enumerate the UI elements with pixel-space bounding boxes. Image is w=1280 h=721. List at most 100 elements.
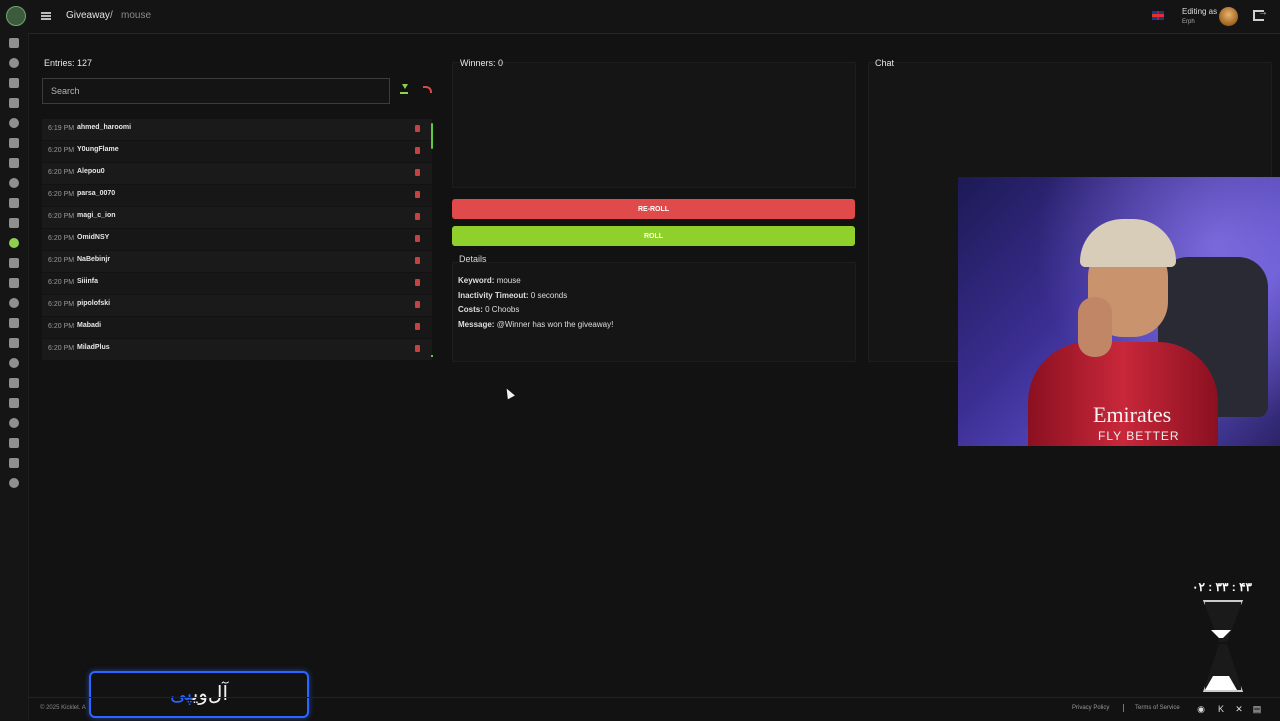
sidebar-clock-icon[interactable]: [9, 138, 19, 148]
trash-icon[interactable]: [415, 257, 420, 264]
breadcrumb-separator: /: [110, 10, 113, 21]
entry-name: Y0ungFlame: [77, 146, 119, 153]
sidebar-file-icon[interactable]: [9, 338, 19, 348]
entry-time: 6:20 PM: [48, 257, 75, 264]
breadcrumb-current: mouse: [121, 10, 152, 21]
table-row[interactable]: 6:20 PM pipolofski: [42, 295, 432, 316]
entry-name: MiladPlus: [77, 344, 110, 351]
trash-icon[interactable]: [415, 213, 420, 220]
app-logo[interactable]: [6, 6, 26, 26]
sidebar-chat-icon[interactable]: [9, 118, 19, 128]
trash-icon[interactable]: [415, 191, 420, 198]
entry-name: magi_c_ion: [77, 212, 116, 219]
privacy-link[interactable]: Privacy Policy: [1072, 705, 1109, 711]
entry-time: 6:20 PM: [48, 279, 75, 286]
footer-separator: [1123, 704, 1124, 712]
sidebar-link-icon[interactable]: [9, 278, 19, 288]
sidebar-chart-icon[interactable]: [9, 298, 19, 308]
sidebar-monitor-icon[interactable]: [9, 418, 19, 428]
sidebar: [0, 0, 29, 720]
search-input[interactable]: [42, 78, 390, 104]
message-value: @Winner has won the giveaway!: [496, 320, 614, 329]
sidebar-gift-icon[interactable]: [9, 238, 19, 248]
sidebar-video-icon[interactable]: [9, 318, 19, 328]
reroll-button[interactable]: RE-ROLL: [452, 199, 855, 219]
table-row[interactable]: 6:20 PM parsa_0070: [42, 185, 432, 206]
table-row[interactable]: 6:20 PM magi_c_ion: [42, 207, 432, 228]
sidebar-search-icon[interactable]: [9, 438, 19, 448]
sidebar-music-icon[interactable]: [9, 198, 19, 208]
trash-icon[interactable]: [415, 169, 420, 176]
trash-icon[interactable]: [415, 125, 420, 132]
entry-time: 6:20 PM: [48, 235, 75, 242]
entry-time: 6:20 PM: [48, 169, 75, 176]
sidebar-gamepad-icon[interactable]: [9, 458, 19, 468]
detail-message: Message: @Winner has won the giveaway!: [458, 320, 613, 329]
entry-name: Mabadi: [77, 322, 102, 329]
entries-scrollbar[interactable]: [431, 123, 433, 149]
undo-icon[interactable]: [423, 86, 432, 93]
footer: © 2025 Kicklet. A Privacy Policy Terms o…: [28, 697, 1280, 721]
sidebar-wrench-icon[interactable]: [9, 78, 19, 88]
language-flag-icon[interactable]: [1152, 11, 1164, 20]
breadcrumb-giveaway[interactable]: Giveaway: [66, 10, 110, 21]
sidebar-home-icon[interactable]: [9, 38, 19, 48]
menu-icon[interactable]: [41, 12, 51, 20]
sidebar-hammer-icon[interactable]: [9, 98, 19, 108]
trash-icon[interactable]: [415, 147, 420, 154]
entry-time: 6:20 PM: [48, 213, 75, 220]
download-icon[interactable]: [400, 84, 408, 94]
sidebar-clapper-icon[interactable]: [9, 378, 19, 388]
table-row[interactable]: 6:19 PM ahmed_haroomi: [42, 119, 432, 140]
detail-keyword: Keyword: mouse: [458, 276, 521, 285]
kick-icon[interactable]: K: [1216, 704, 1226, 714]
entry-time: 6:20 PM: [48, 301, 75, 308]
webcam-hand: [1078, 297, 1112, 357]
editing-as: Editing as Erph: [1182, 7, 1217, 27]
sidebar-cart-icon[interactable]: [9, 258, 19, 268]
sidebar-comment-icon[interactable]: [9, 398, 19, 408]
details-title: Details: [459, 254, 487, 264]
entry-time: 6:19 PM: [48, 125, 75, 132]
trash-icon[interactable]: [415, 345, 420, 352]
entry-time: 6:20 PM: [48, 323, 75, 330]
mouse-cursor-icon: [503, 386, 515, 400]
table-row[interactable]: 6:20 PM Mabadi: [42, 317, 432, 338]
roll-button[interactable]: ROLL: [452, 226, 855, 246]
winners-title: Winners: 0: [460, 58, 504, 68]
webcam-overlay: Emirates FLY BETTER: [958, 177, 1280, 446]
entry-name: OmidNSY: [77, 234, 110, 241]
table-row[interactable]: 6:20 PM Siiinfa: [42, 273, 432, 294]
entry-time: 6:20 PM: [48, 345, 75, 352]
trash-icon[interactable]: [415, 301, 420, 308]
sidebar-document-icon[interactable]: [9, 58, 19, 68]
sidebar-smile-icon[interactable]: [9, 358, 19, 368]
timeout-value: 0 seconds: [530, 291, 568, 300]
sidebar-shield-icon[interactable]: [9, 158, 19, 168]
copyright: © 2025 Kicklet. A: [40, 705, 86, 711]
sidebar-id-card-icon[interactable]: [9, 478, 19, 488]
terms-link[interactable]: Terms of Service: [1135, 705, 1180, 711]
logout-icon[interactable]: [1253, 7, 1268, 21]
docs-icon[interactable]: ▤: [1252, 704, 1262, 714]
discord-icon[interactable]: ◉: [1196, 704, 1206, 714]
entry-name: Siiinfa: [77, 278, 99, 285]
trash-icon[interactable]: [415, 323, 420, 330]
table-row[interactable]: 6:20 PM Alepou0: [42, 163, 432, 184]
entry-name: parsa_0070: [77, 190, 116, 197]
table-row[interactable]: 6:20 PM MiladPlus: [42, 339, 432, 360]
entry-name: Alepou0: [77, 168, 105, 175]
trash-icon[interactable]: [415, 235, 420, 242]
table-row[interactable]: 6:20 PM OmidNSY: [42, 229, 432, 250]
trash-icon[interactable]: [415, 279, 420, 286]
message-label: Message:: [458, 320, 495, 329]
x-icon[interactable]: ✕: [1234, 704, 1244, 714]
sidebar-warning-icon[interactable]: [9, 178, 19, 188]
costs-label: Costs:: [458, 305, 483, 314]
entry-time: 6:20 PM: [48, 147, 75, 154]
table-row[interactable]: 6:20 PM NaBebinjr: [42, 251, 432, 272]
table-row[interactable]: 6:20 PM Y0ungFlame: [42, 141, 432, 162]
sidebar-star-icon[interactable]: [9, 218, 19, 228]
avatar[interactable]: [1219, 7, 1238, 26]
hourglass-icon: [1201, 600, 1243, 692]
